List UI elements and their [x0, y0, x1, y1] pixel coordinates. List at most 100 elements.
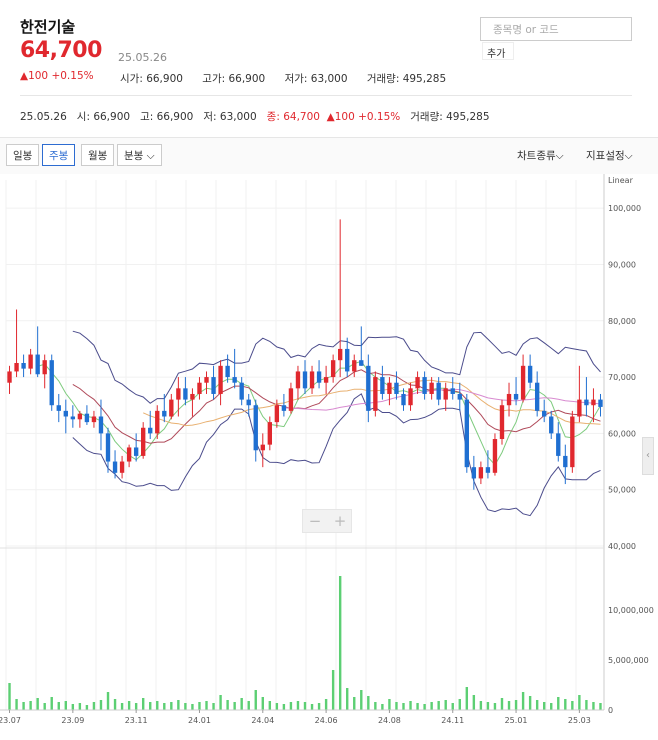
summary-date: 25.05.26: [20, 111, 67, 123]
volume-bar: [268, 701, 272, 710]
volume-bar: [170, 702, 173, 710]
volume-bar: [557, 697, 560, 710]
candle-body: [84, 413, 90, 423]
volume-bar: [423, 704, 426, 710]
candle-body: [288, 388, 294, 411]
volume-bar: [141, 698, 145, 710]
volume-bar: [550, 703, 553, 710]
volume-bar: [64, 701, 67, 710]
volume-tick-label: 0: [608, 706, 613, 715]
candle-body: [366, 365, 371, 411]
candle-body: [337, 348, 343, 361]
volume-bar: [500, 698, 504, 710]
volume-bar: [346, 688, 349, 710]
volume-bar: [367, 696, 370, 710]
volume-bar: [444, 700, 447, 710]
candle-body: [598, 399, 603, 407]
volume-bar: [451, 703, 454, 710]
candle-body: [443, 388, 448, 400]
candle-body: [133, 447, 139, 456]
date-tick-label: 25.01: [505, 716, 528, 725]
volume-bar: [493, 703, 497, 710]
tab-monthly[interactable]: 월봉: [81, 144, 115, 166]
volume-bar: [50, 697, 53, 710]
volume-bar: [163, 703, 166, 710]
volume-bar: [521, 692, 525, 710]
stock-search-input[interactable]: [481, 19, 631, 41]
volume-bar: [310, 704, 314, 710]
volume-bar: [36, 698, 39, 710]
stock-chart[interactable]: 100,000 90,000 80,000 70,000 60,000 50,000 40,…: [0, 174, 658, 740]
volume-bar: [507, 701, 511, 710]
volume-bar: [360, 690, 363, 710]
tab-weekly[interactable]: 주봉: [42, 144, 76, 166]
candle-body: [169, 399, 174, 417]
candle-body: [218, 365, 223, 394]
candle-body: [267, 422, 273, 445]
volume-bar: [198, 702, 201, 710]
candle-body: [204, 377, 209, 383]
volume-bar: [106, 692, 110, 710]
candle-body: [42, 360, 47, 375]
volume-bar: [543, 702, 546, 710]
candle-body: [323, 377, 329, 383]
candle-body: [373, 377, 378, 411]
candle-body: [162, 410, 167, 417]
volume-bar: [585, 700, 588, 710]
tab-daily[interactable]: 일봉: [6, 144, 40, 166]
chart-grid: [5, 180, 604, 710]
volume-bar: [338, 576, 342, 710]
date-tick-label: 23.09: [61, 716, 84, 725]
volume-bar: [99, 700, 103, 710]
summary-close: 종: 64,700: [266, 111, 320, 123]
volume-tick-label: 5,000,000: [608, 656, 649, 665]
zoom-in-button[interactable]: +: [328, 512, 352, 530]
volume-bar: [219, 695, 222, 710]
candle-body: [176, 388, 181, 400]
candle-body: [70, 416, 76, 420]
candle-body: [253, 405, 258, 451]
candle-body: [513, 393, 519, 400]
candle-body: [436, 382, 441, 400]
side-panel-toggle[interactable]: ‹: [642, 437, 654, 475]
volume-bar: [353, 697, 356, 710]
volume-bar: [78, 703, 82, 710]
open-price: 시가: 66,900: [120, 73, 183, 85]
candle-body: [415, 377, 420, 389]
date-tick-label: 23.11: [125, 716, 148, 725]
tab-minute[interactable]: 분봉 ⌵: [117, 144, 162, 166]
volume-bar: [212, 703, 215, 710]
price-tick-label: 70,000: [608, 373, 636, 382]
stock-name: 한전기술: [20, 18, 76, 36]
date-tick-label: 24.06: [315, 716, 338, 725]
candle-body: [148, 427, 153, 434]
candle-body: [359, 360, 364, 366]
candle-body: [190, 393, 195, 400]
price-tick-label: 40,000: [608, 542, 636, 551]
candle-body: [35, 354, 40, 375]
volume-bar: [233, 702, 236, 710]
date-tick-label: 23.07: [0, 716, 21, 725]
volume-bar: [465, 687, 469, 710]
volume-bar: [184, 703, 187, 710]
volume-tick-label: 10,000,000: [608, 606, 654, 615]
chart-type-menu[interactable]: 차트종류⌵: [517, 148, 564, 163]
date-tick-label: 24.08: [378, 716, 401, 725]
volume-bar: [296, 701, 300, 710]
zoom-out-button[interactable]: −: [303, 512, 327, 530]
volume-bar: [486, 702, 490, 710]
candle-body: [499, 405, 505, 440]
candle-body: [352, 360, 357, 372]
price-change: ▲100 +0.15%: [20, 70, 94, 82]
volume-bar: [599, 703, 602, 710]
volume-bar: [514, 700, 518, 710]
indicator-settings-menu[interactable]: 지표설정⌵: [586, 148, 633, 163]
trade-volume: 거래량: 495,285: [366, 73, 447, 85]
volume-bar: [43, 703, 46, 710]
candle-body: [478, 467, 484, 479]
candle-body: [429, 382, 434, 394]
candle-body: [56, 405, 61, 411]
add-button[interactable]: 추가: [482, 42, 514, 60]
candle-body: [232, 377, 237, 383]
candle-body: [274, 405, 280, 423]
